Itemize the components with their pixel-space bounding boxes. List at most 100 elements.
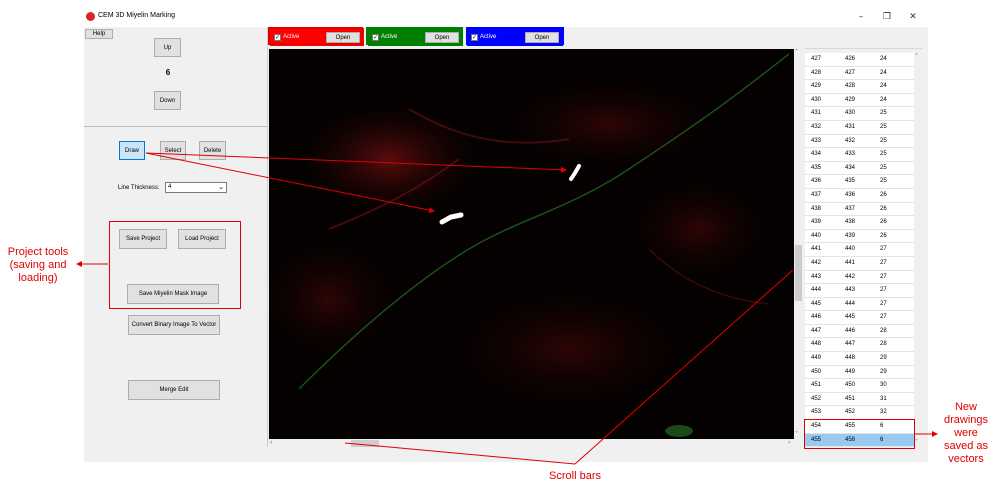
table-row[interactable]: 435 434 25	[805, 161, 914, 176]
restore-icon[interactable]: ❐	[880, 11, 894, 23]
scroll-down-icon[interactable]: ˅	[915, 439, 918, 447]
window-title: CEM 3D Miyelin Marking	[98, 12, 176, 19]
table-cell: 449	[811, 355, 822, 362]
table-cell: 25	[880, 178, 887, 185]
table-row[interactable]: 433 432 25	[805, 134, 914, 149]
table-cell: 439	[845, 232, 856, 239]
green-channel-highlight	[366, 27, 463, 45]
minimize-icon[interactable]: –	[854, 11, 868, 23]
table-cell: 26	[880, 205, 887, 212]
scroll-down-icon[interactable]: ˅	[795, 431, 798, 439]
table-vertical-scrollbar[interactable]: ˄ ˅	[914, 53, 923, 447]
convert-vector-button[interactable]: Convert Binary Image To Vector	[128, 315, 220, 335]
table-cell: 427	[845, 69, 856, 76]
viewer-vertical-scrollbar[interactable]: ˄ ˅	[794, 49, 803, 439]
table-row[interactable]: 451 450 30	[805, 379, 914, 393]
delete-button[interactable]: Delete	[199, 141, 226, 160]
table-row[interactable]: 431 430 25	[805, 107, 914, 121]
table-row[interactable]: 432 431 25	[805, 120, 914, 135]
scroll-thumb[interactable]	[351, 440, 379, 447]
table-cell: 429	[811, 83, 822, 90]
select-button[interactable]: Select	[160, 141, 186, 160]
table-cell: 431	[845, 123, 856, 130]
line-thickness-select[interactable]: 4 ⌄	[165, 182, 227, 193]
scroll-right-icon[interactable]: ›	[788, 439, 790, 447]
table-cell: 429	[845, 96, 856, 103]
table-cell: 427	[811, 56, 822, 62]
close-icon[interactable]: ✕	[906, 11, 920, 23]
project-tools-highlight	[109, 221, 241, 309]
table-cell: 450	[845, 382, 856, 389]
up-button[interactable]: Up	[154, 38, 181, 57]
table-row[interactable]: 428 427 24	[805, 66, 914, 81]
panel-divider	[84, 126, 267, 127]
down-button[interactable]: Down	[154, 91, 181, 110]
table-row[interactable]: 447 446 28	[805, 324, 914, 339]
table-row[interactable]: 434 433 25	[805, 148, 914, 162]
table-cell: 446	[845, 327, 856, 334]
table-cell: 451	[811, 382, 822, 389]
table-cell: 440	[845, 246, 856, 253]
table-cell: 430	[811, 96, 822, 103]
vector-table[interactable]: 427 426 24 428 427 24 429 428 24 430 429 24 431 430 25…	[805, 53, 914, 448]
chevron-down-icon: ⌄	[218, 183, 224, 191]
draw-button[interactable]: Draw	[119, 141, 145, 160]
table-cell: 434	[845, 164, 856, 171]
table-cell: 25	[880, 110, 887, 117]
table-cell: 27	[880, 246, 887, 253]
table-cell: 438	[811, 205, 822, 212]
table-row[interactable]: 439 438 26	[805, 216, 914, 230]
table-row[interactable]: 430 429 24	[805, 93, 914, 108]
table-row[interactable]: 449 448 29	[805, 352, 914, 366]
table-cell: 443	[845, 287, 856, 294]
scroll-thumb[interactable]	[795, 245, 802, 301]
table-cell: 25	[880, 151, 887, 158]
table-row[interactable]: 453 452 32	[805, 406, 914, 421]
table-row[interactable]: 427 426 24	[805, 53, 914, 67]
table-cell: 448	[811, 341, 822, 348]
table-cell: 426	[845, 56, 856, 62]
table-cell: 435	[811, 164, 822, 171]
table-row[interactable]: 437 436 26	[805, 188, 914, 203]
table-cell: 24	[880, 83, 887, 90]
table-row[interactable]: 436 435 25	[805, 175, 914, 189]
table-row[interactable]: 441 440 27	[805, 243, 914, 257]
table-cell: 443	[811, 273, 822, 280]
viewer-horizontal-scrollbar[interactable]: ‹ ›	[269, 439, 795, 448]
table-cell: 27	[880, 273, 887, 280]
table-cell: 26	[880, 219, 887, 226]
title-bar: CEM 3D Miyelin Marking – ❐ ✕	[84, 8, 928, 27]
table-row[interactable]: 443 442 27	[805, 270, 914, 285]
table-cell: 30	[880, 382, 887, 389]
table-cell: 452	[845, 409, 856, 416]
table-row[interactable]: 440 439 26	[805, 229, 914, 244]
table-row[interactable]: 448 447 28	[805, 338, 914, 353]
table-cell: 431	[811, 110, 822, 117]
table-cell: 452	[811, 395, 822, 402]
table-cell: 447	[811, 327, 822, 334]
table-cell: 449	[845, 368, 856, 375]
table-row[interactable]: 446 445 27	[805, 311, 914, 325]
table-header	[805, 27, 922, 49]
table-row[interactable]: 429 428 24	[805, 80, 914, 94]
table-cell: 428	[811, 69, 822, 76]
scroll-up-icon[interactable]: ˄	[795, 49, 798, 57]
table-cell: 439	[811, 219, 822, 226]
table-row[interactable]: 442 441 27	[805, 256, 914, 271]
table-cell: 435	[845, 178, 856, 185]
table-row[interactable]: 445 444 27	[805, 297, 914, 312]
panel-border	[267, 27, 268, 447]
table-cell: 27	[880, 314, 887, 321]
image-viewer[interactable]	[269, 49, 795, 439]
microscopy-image	[269, 53, 790, 437]
help-button[interactable]: Help	[85, 29, 113, 39]
scroll-left-icon[interactable]: ‹	[270, 439, 272, 447]
merge-edit-button[interactable]: Merge Edit	[128, 380, 220, 400]
table-cell: 24	[880, 96, 887, 103]
table-row[interactable]: 444 443 27	[805, 284, 914, 298]
table-row[interactable]: 438 437 26	[805, 202, 914, 217]
table-cell: 27	[880, 300, 887, 307]
table-row[interactable]: 452 451 31	[805, 392, 914, 407]
scroll-up-icon[interactable]: ˄	[915, 53, 918, 61]
table-row[interactable]: 450 449 29	[805, 365, 914, 380]
